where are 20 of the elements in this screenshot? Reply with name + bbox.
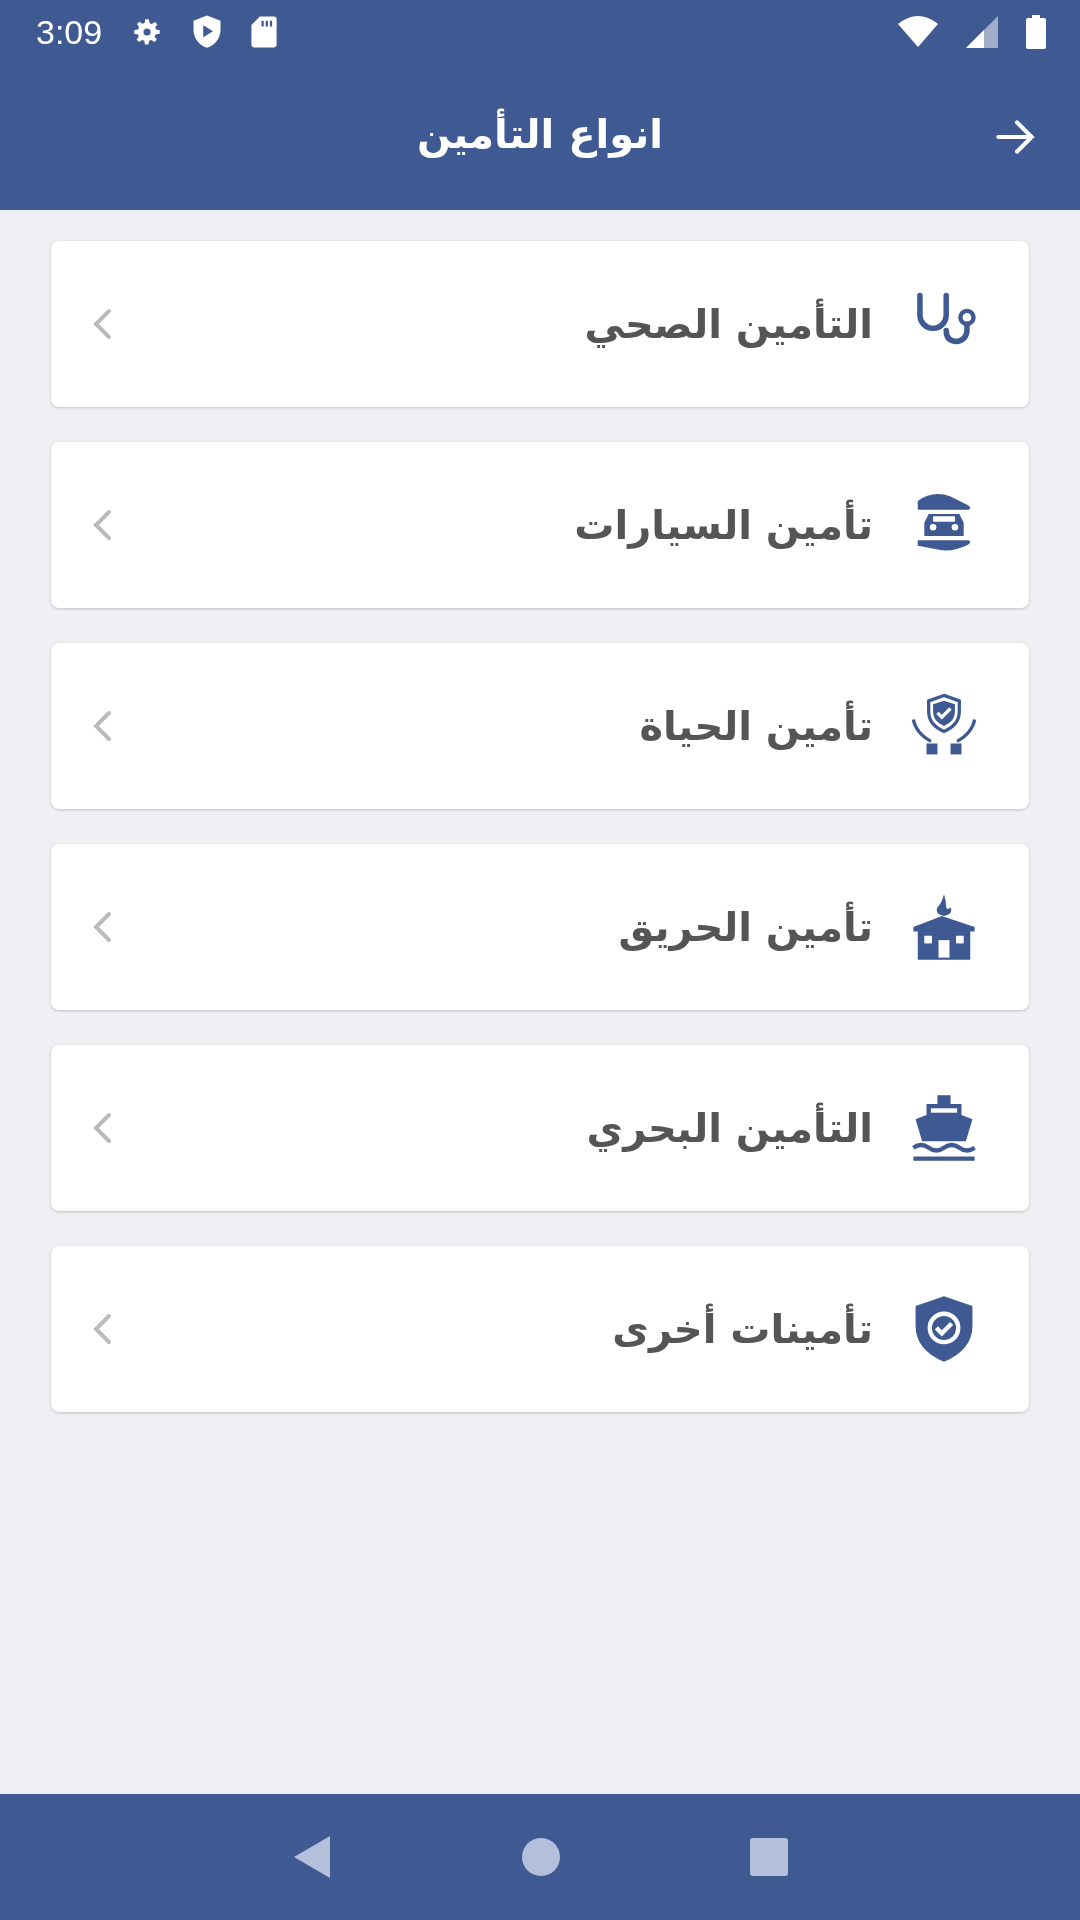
chevron-icon bbox=[91, 709, 113, 743]
shield-play-icon bbox=[192, 14, 223, 50]
insurance-type-item[interactable]: التأمين الصحي bbox=[51, 241, 1029, 407]
wifi-icon bbox=[898, 16, 938, 48]
chevron-icon bbox=[91, 1312, 113, 1346]
back-nav-icon[interactable] bbox=[292, 1834, 332, 1880]
chevron-icon bbox=[91, 1111, 113, 1145]
clock-time: 3:09 bbox=[36, 12, 103, 52]
insurance-type-item[interactable]: تأمين الحريق bbox=[51, 844, 1029, 1010]
sd-card-icon bbox=[250, 15, 279, 49]
chevron-icon bbox=[91, 508, 113, 542]
insurance-type-item[interactable]: تأمين السيارات bbox=[51, 442, 1029, 608]
chevron-icon bbox=[91, 307, 113, 341]
insurance-type-item[interactable]: تأمين الحياة bbox=[51, 643, 1029, 809]
signal-icon bbox=[966, 16, 998, 48]
home-nav-icon[interactable] bbox=[522, 1838, 560, 1876]
battery-icon bbox=[1026, 15, 1046, 49]
chevron-icon bbox=[91, 910, 113, 944]
insurance-type-item[interactable]: التأمين البحري bbox=[51, 1045, 1029, 1211]
insurance-type-item[interactable]: تأمينات أخرى bbox=[51, 1246, 1029, 1412]
